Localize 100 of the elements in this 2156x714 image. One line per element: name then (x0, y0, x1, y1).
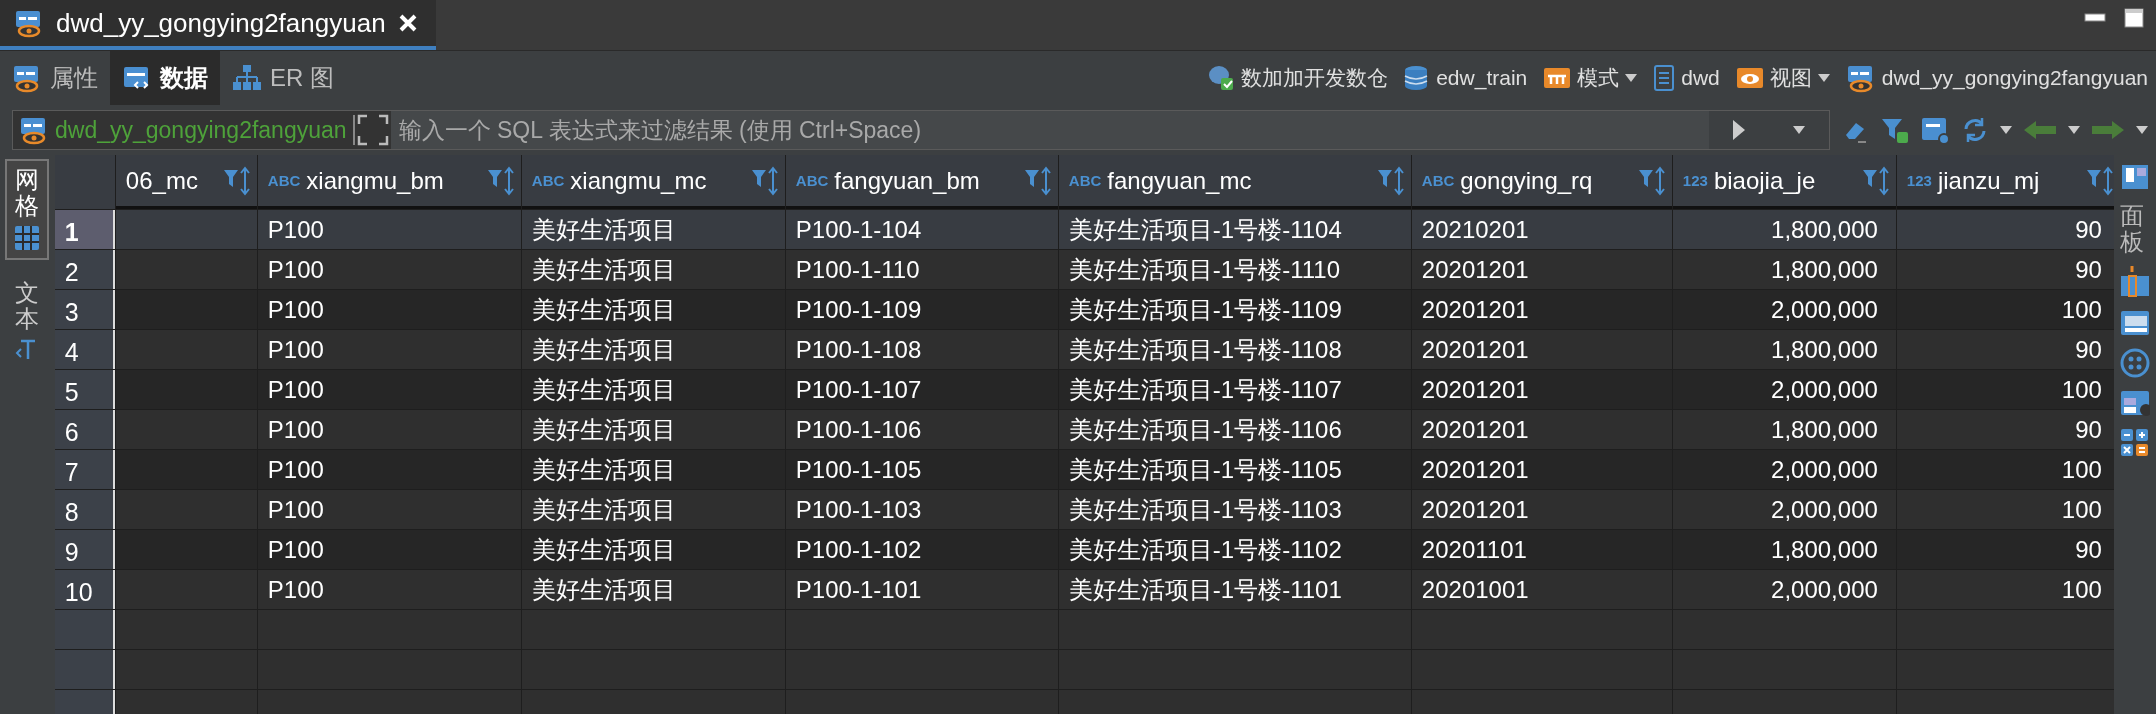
panel-label[interactable]: 面板 (2120, 203, 2145, 256)
column-header[interactable]: ABC fangyuan_mc (1058, 155, 1411, 209)
side-tab[interactable]: 网格 (5, 159, 50, 260)
table-cell: 美好生活项目 (521, 570, 785, 609)
table-cell: P100 (257, 210, 521, 249)
table-cell: 100 (1896, 570, 2115, 609)
table-cell: P100-1-103 (785, 490, 1058, 529)
table-cell: 美好生活项目 (521, 490, 785, 529)
table-cell: P100 (257, 370, 521, 409)
table-cell: 20201201 (1411, 450, 1672, 489)
table-cell: 美好生活项目 (521, 290, 785, 329)
side-tab[interactable]: 文本 (5, 271, 50, 371)
table-cell: 1,800,000 (1672, 250, 1896, 289)
column-name: fangyuan_bm (834, 166, 981, 195)
table-cell: P100-1-104 (785, 210, 1058, 249)
type-label: ABC (531, 172, 565, 189)
table-cell: 美好生活项目-1号楼-1105 (1058, 450, 1411, 489)
table-cell: 2,000,000 (1672, 490, 1896, 529)
table-cell: 美好生活项目 (521, 530, 785, 569)
breadcrumb-link[interactable]: 数加加开发数仓 (1241, 64, 1389, 92)
table-cell: P100 (257, 330, 521, 369)
column-header[interactable]: ABC xiangmu_bm (257, 155, 521, 209)
table-cell: 90 (1896, 530, 2115, 569)
column-header[interactable]: 123 jianzu_mj (1896, 155, 2115, 209)
column-name: gongying_rq (1460, 166, 1594, 195)
column-name: biaojia_je (1713, 166, 1817, 195)
table-cell: P100 (257, 290, 521, 329)
table-cell: P100-1-101 (785, 570, 1058, 609)
breadcrumb-link[interactable]: dwd_yy_gongying2fangyuan (1881, 66, 2148, 90)
type-label: ABC (1068, 172, 1102, 189)
column-header[interactable]: 123 biaojia_je (1672, 155, 1896, 209)
row-number[interactable]: 6 (54, 410, 115, 449)
table-cell: P100-1-109 (785, 290, 1058, 329)
table-cell: 20201201 (1411, 250, 1672, 289)
table-cell: 2,000,000 (1672, 370, 1896, 409)
table-cell: P100 (257, 250, 521, 289)
view-tab[interactable]: ER 图 (220, 51, 346, 105)
table-cell: 美好生活项目-1号楼-1103 (1058, 490, 1411, 529)
column-name: 06_mc (125, 166, 199, 195)
table-cell: 90 (1896, 330, 2115, 369)
table-cell: 美好生活项目-1号楼-1108 (1058, 330, 1411, 369)
row-number[interactable]: 3 (54, 290, 115, 329)
table-cell: 美好生活项目-1号楼-1106 (1058, 410, 1411, 449)
table-cell: 20210201 (1411, 210, 1672, 249)
table-name: dwd_yy_gongying2fangyuan (55, 116, 347, 144)
table-cell: P100-1-107 (785, 370, 1058, 409)
row-number[interactable]: 7 (54, 450, 115, 489)
column-header[interactable]: ABC xiangmu_mc (521, 155, 785, 209)
table-cell: 2,000,000 (1672, 570, 1896, 609)
table-cell: 90 (1896, 410, 2115, 449)
column-header[interactable]: 06_mc (115, 155, 257, 209)
table-cell: P100-1-102 (785, 530, 1058, 569)
view-tab[interactable]: 数据 (110, 51, 220, 105)
column-header[interactable]: ABC gongying_rq (1411, 155, 1672, 209)
column-name: jianzu_mj (1937, 166, 2041, 195)
type-label: ABC (267, 172, 301, 189)
table-cell: 美好生活项目 (521, 370, 785, 409)
filter-field[interactable]: dwd_yy_gongying2fangyuan 输入一个 SQL 表达式来过滤结果 (使用 Ctrl+Space) (12, 110, 1830, 150)
table-cell: P100 (257, 450, 521, 489)
table-cell: 100 (1896, 290, 2115, 329)
breadcrumb-link[interactable]: dwd (1681, 66, 1720, 90)
row-number[interactable]: 4 (54, 330, 115, 369)
table-cell: 美好生活项目-1号楼-1107 (1058, 370, 1411, 409)
table-cell: 90 (1896, 210, 2115, 249)
table-cell: P100-1-106 (785, 410, 1058, 449)
column-header[interactable]: ABC fangyuan_bm (785, 155, 1058, 209)
table-cell: 美好生活项目 (521, 210, 785, 249)
type-label: ABC (1421, 172, 1455, 189)
editor-tab[interactable]: dwd_yy_gongying2fangyuan (0, 0, 436, 50)
breadcrumb-link[interactable]: 视图 (1769, 64, 1812, 92)
table-cell: P100-1-108 (785, 330, 1058, 369)
row-number[interactable]: 5 (54, 370, 115, 409)
row-number[interactable]: 1 (54, 210, 115, 249)
view-tab[interactable]: 属性 (0, 51, 110, 105)
table-cell: P100-1-110 (785, 250, 1058, 289)
table-cell: 1,800,000 (1672, 530, 1896, 569)
row-number[interactable]: 9 (54, 530, 115, 569)
table-cell: 美好生活项目 (521, 410, 785, 449)
breadcrumb-link[interactable]: edw_train (1436, 66, 1528, 90)
table-cell: 美好生活项目 (521, 330, 785, 369)
row-number[interactable]: 2 (54, 250, 115, 289)
type-label: 123 (1906, 172, 1932, 189)
editor-tab-title: dwd_yy_gongying2fangyuan (56, 7, 386, 39)
column-name: xiangmu_mc (570, 166, 708, 195)
table-cell: 美好生活项目-1号楼-1109 (1058, 290, 1411, 329)
row-number[interactable]: 10 (54, 570, 115, 609)
table-cell: 美好生活项目 (521, 450, 785, 489)
table-cell: 1,800,000 (1672, 410, 1896, 449)
table-cell: 美好生活项目 (521, 250, 785, 289)
table-cell: P100-1-105 (785, 450, 1058, 489)
table-cell: 20201201 (1411, 490, 1672, 529)
type-label: ABC (795, 172, 829, 189)
table-cell: 1,800,000 (1672, 210, 1896, 249)
breadcrumb-link[interactable]: 模式 (1577, 64, 1620, 92)
table-cell: P100 (257, 410, 521, 449)
table-cell: 2,000,000 (1672, 450, 1896, 489)
table-cell: 20201101 (1411, 530, 1672, 569)
table-cell: 2,000,000 (1672, 290, 1896, 329)
table-cell: 美好生活项目-1号楼-1110 (1058, 250, 1411, 289)
row-number[interactable]: 8 (54, 490, 115, 529)
